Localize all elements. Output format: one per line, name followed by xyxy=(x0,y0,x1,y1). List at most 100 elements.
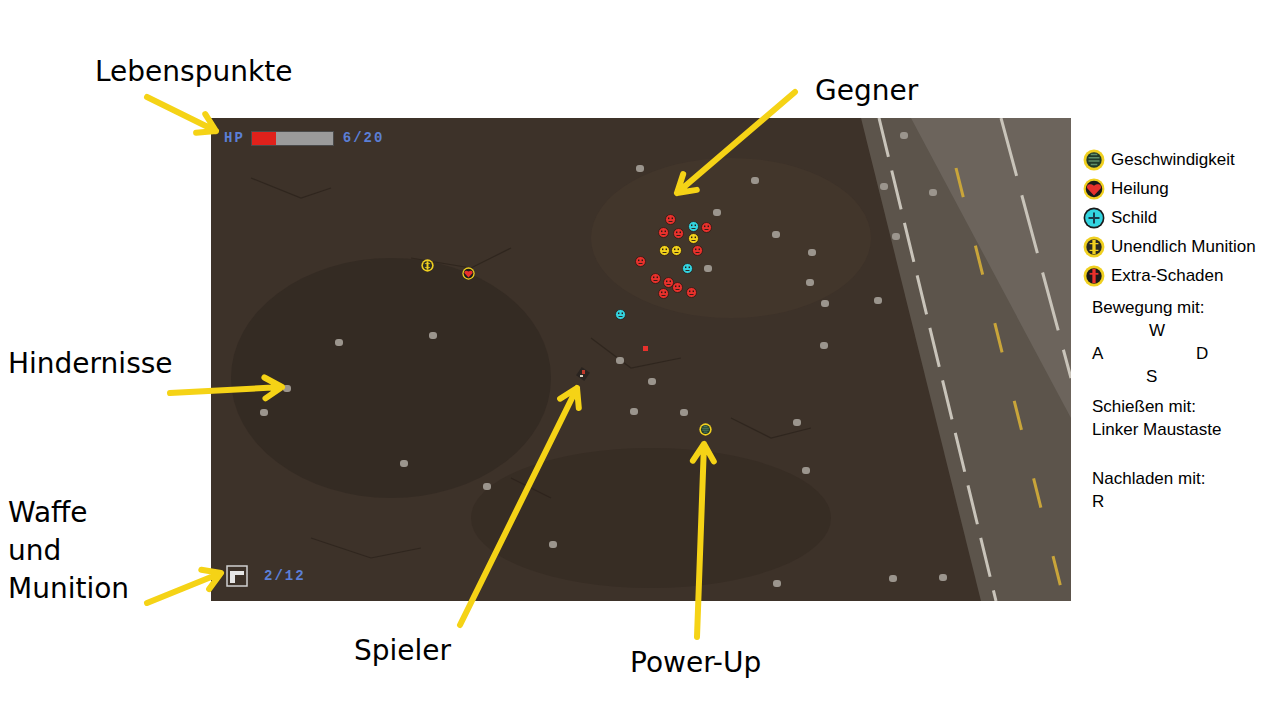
enemy xyxy=(686,287,697,298)
obstacle xyxy=(630,408,638,415)
legend-label: Extra-Schaden xyxy=(1111,263,1223,289)
enemy xyxy=(650,273,661,284)
smiley-icon xyxy=(673,228,684,239)
legend-icon-box xyxy=(1082,206,1106,230)
arrow xyxy=(147,97,216,133)
key-down: S xyxy=(1142,365,1192,388)
player-icon xyxy=(575,366,591,382)
smiley-icon xyxy=(682,263,693,274)
obstacle xyxy=(772,231,780,238)
hp-bar xyxy=(251,131,334,146)
power-up xyxy=(462,267,475,280)
reload-value: R xyxy=(1092,490,1278,513)
obstacle xyxy=(680,409,688,416)
annotation-line: Munition xyxy=(8,570,129,608)
enemy xyxy=(692,245,703,256)
legend-label: Heilung xyxy=(1111,176,1169,202)
ammo-icon xyxy=(1083,236,1105,258)
obstacle xyxy=(335,339,343,346)
legend-item: Extra-Schaden xyxy=(1082,261,1278,290)
obstacle xyxy=(806,279,814,286)
smiley-icon xyxy=(692,245,703,256)
ammo-icon xyxy=(421,259,434,272)
obstacle xyxy=(821,300,829,307)
damage-icon xyxy=(1083,265,1105,287)
bullet xyxy=(643,346,648,351)
obstacle xyxy=(549,541,557,548)
enemy xyxy=(701,222,712,233)
shoot-label: Schießen mit: xyxy=(1092,395,1278,418)
legend-icon-box xyxy=(1082,177,1106,201)
arrow xyxy=(147,570,221,603)
smiley-icon xyxy=(688,221,699,232)
legend-icon-box xyxy=(1082,235,1106,259)
obstacle xyxy=(636,165,644,172)
smiley-icon xyxy=(701,222,712,233)
annotation-label: Spieler xyxy=(354,634,451,668)
annotation-label: Hindernisse xyxy=(8,347,173,381)
enemy xyxy=(635,256,646,267)
obstacle xyxy=(713,209,721,216)
ammo-text: 2/12 xyxy=(264,566,306,587)
enemy xyxy=(682,263,693,274)
smiley-icon xyxy=(671,245,682,256)
smiley-icon xyxy=(665,214,676,225)
legend-item: Heilung xyxy=(1082,174,1278,203)
movement-keys: WA DS xyxy=(1092,319,1278,388)
legend-icon-box xyxy=(1082,264,1106,288)
obstacle xyxy=(880,183,888,190)
enemy xyxy=(688,233,699,244)
obstacle xyxy=(429,332,437,339)
legend: Geschwindigkeit Heilung SchildUnendlich Mu… xyxy=(1082,145,1278,513)
legend-item: Unendlich Munition xyxy=(1082,232,1278,261)
annotation-line: Waffe xyxy=(8,494,129,532)
enemy xyxy=(671,245,682,256)
enemy xyxy=(673,228,684,239)
legend-label: Geschwindigkeit xyxy=(1111,147,1235,173)
obstacle xyxy=(773,580,781,587)
game-area: HP6/202/12 xyxy=(211,118,1071,601)
obstacle xyxy=(260,409,268,416)
key-left: A xyxy=(1092,342,1142,365)
key-right: D xyxy=(1192,342,1242,365)
smiley-icon xyxy=(672,282,683,293)
arrow xyxy=(693,444,714,637)
power-up xyxy=(699,423,712,436)
obstacle xyxy=(400,460,408,467)
arrow xyxy=(677,92,795,193)
enemy xyxy=(665,214,676,225)
weapon-box xyxy=(226,565,248,587)
annotation-label: Power-Up xyxy=(630,646,761,680)
controls: Bewegung mit:WADSSchießen mit:Linker Mau… xyxy=(1082,296,1278,513)
ground-texture xyxy=(211,118,1071,601)
obstacle xyxy=(283,385,291,392)
pistol-icon xyxy=(226,565,248,587)
annotation-line: und xyxy=(8,532,129,570)
shield-icon xyxy=(1083,207,1105,229)
legend-label: Schild xyxy=(1111,205,1157,231)
legend-icon-box xyxy=(1082,148,1106,172)
smiley-icon xyxy=(658,227,669,238)
obstacle xyxy=(900,132,908,139)
obstacle xyxy=(483,483,491,490)
power-up xyxy=(421,259,434,272)
key-up: W xyxy=(1142,319,1192,342)
obstacle xyxy=(704,265,712,272)
smiley-icon xyxy=(688,233,699,244)
arrows-overlay xyxy=(0,0,1280,720)
weapon-display: 2/12 xyxy=(226,565,306,587)
obstacle xyxy=(874,297,882,304)
obstacle xyxy=(892,233,900,240)
legend-item: Geschwindigkeit xyxy=(1082,145,1278,174)
obstacle xyxy=(648,378,656,385)
enemy xyxy=(688,221,699,232)
smiley-icon xyxy=(658,288,669,299)
hp-label: HP xyxy=(224,128,245,149)
obstacle xyxy=(616,357,624,364)
enemy xyxy=(658,288,669,299)
speed-icon xyxy=(699,423,712,436)
enemy xyxy=(658,227,669,238)
arrow xyxy=(170,378,282,399)
heart-icon xyxy=(462,267,475,280)
movement-label: Bewegung mit: xyxy=(1092,296,1278,319)
